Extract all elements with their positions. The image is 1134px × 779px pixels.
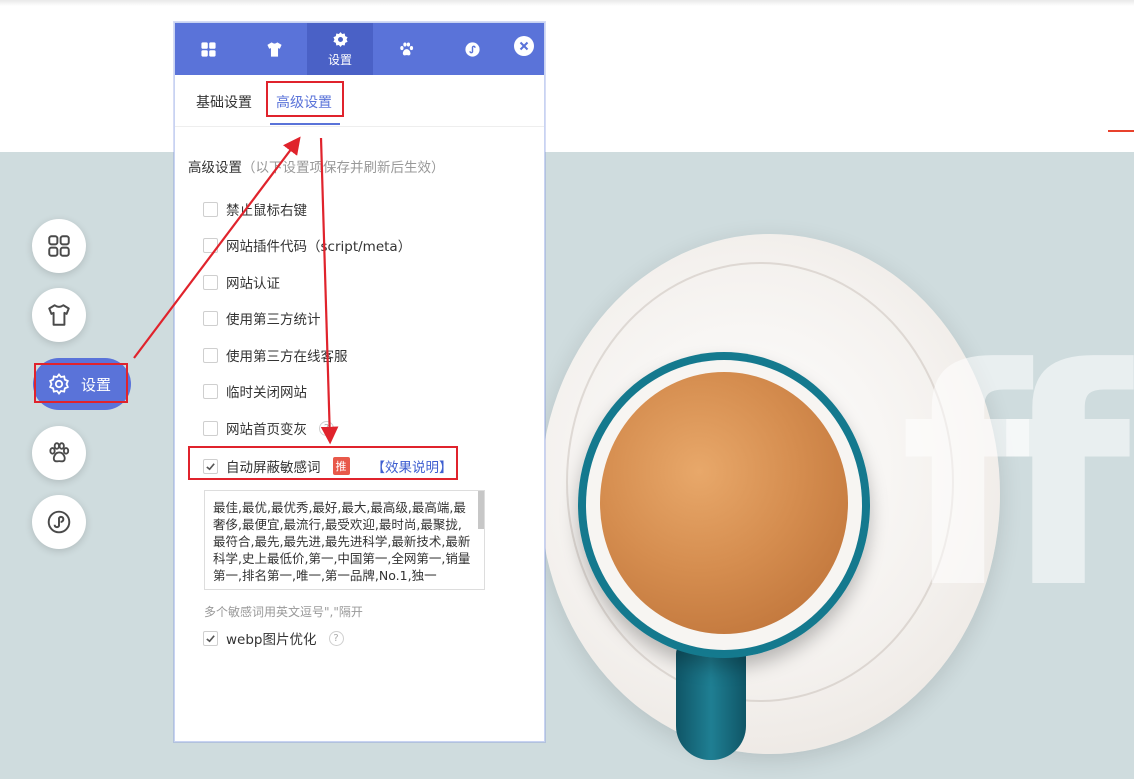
option-webp[interactable]: webp图片优化 ? [203, 628, 344, 648]
side-theme-button[interactable] [32, 288, 86, 342]
annotation-box-advanced-tab [266, 81, 344, 117]
option-label: webp图片优化 [226, 632, 317, 648]
checkbox[interactable] [203, 420, 218, 436]
miniprogram-icon [47, 510, 71, 534]
checkbox[interactable] [203, 201, 218, 217]
site-header [0, 0, 1134, 152]
checkbox-checked[interactable] [203, 630, 218, 646]
checkbox[interactable] [203, 237, 218, 253]
cup-handle [676, 640, 746, 760]
option-label: 自动屏蔽敏感词 [226, 460, 321, 476]
side-miniprogram-button[interactable] [32, 495, 86, 549]
recommend-badge: 推 [332, 457, 350, 475]
option-grayscale-home[interactable]: 网站首页变灰 ? [203, 418, 334, 438]
section-title: 高级设置（以下设置项保存并刷新后生效） [188, 156, 445, 176]
option-label: 使用第三方统计 [226, 312, 321, 328]
coffee-surface [600, 372, 848, 634]
header-shadow [0, 0, 1134, 6]
option-label: 禁止鼠标右键 [226, 203, 307, 219]
option-third-party-service[interactable]: 使用第三方在线客服 [203, 345, 348, 365]
option-sensitive-words[interactable]: 自动屏蔽敏感词 推 【效果说明】 [203, 456, 453, 476]
option-disable-right-click[interactable]: 禁止鼠标右键 [203, 199, 307, 219]
paw-icon [49, 442, 70, 463]
sensitive-words-hint: 多个敏感词用英文逗号","隔开 [204, 605, 363, 619]
option-label: 网站插件代码（script/meta） [226, 239, 412, 255]
help-icon[interactable]: ? [319, 420, 334, 436]
option-label: 使用第三方在线客服 [226, 349, 348, 365]
textarea-scrollbar[interactable] [478, 491, 484, 529]
checkbox[interactable] [203, 274, 218, 290]
option-label: 临时关闭网站 [226, 385, 307, 401]
grid-icon [48, 235, 70, 257]
check-icon [206, 634, 215, 642]
option-close-site[interactable]: 临时关闭网站 [203, 381, 307, 401]
side-traces-button[interactable] [32, 426, 86, 480]
checkbox-checked[interactable] [203, 458, 218, 474]
option-site-verification[interactable]: 网站认证 [203, 272, 280, 292]
tshirt-icon [48, 304, 70, 326]
hero-letters: ff [900, 305, 1131, 654]
nav-active-indicator [1108, 130, 1134, 132]
option-label: 网站认证 [226, 276, 280, 292]
checkbox[interactable] [203, 347, 218, 363]
option-plugin-code[interactable]: 网站插件代码（script/meta） [203, 235, 411, 255]
option-label: 网站首页变灰 [226, 422, 307, 438]
advanced-settings-content: 高级设置（以下设置项保存并刷新后生效） 禁止鼠标右键 网站插件代码（script… [174, 22, 545, 742]
check-icon [206, 462, 215, 470]
checkbox[interactable] [203, 310, 218, 326]
effect-description-link[interactable]: 【效果说明】 [372, 456, 453, 476]
section-note: （以下设置项保存并刷新后生效） [242, 160, 445, 176]
annotation-box-side-settings [34, 363, 128, 403]
section-title-text: 高级设置 [188, 160, 242, 176]
option-third-party-stats[interactable]: 使用第三方统计 [203, 308, 321, 328]
sensitive-words-textarea[interactable]: 最佳,最优,最优秀,最好,最大,最高级,最高端,最奢侈,最便宜,最流行,最受欢迎… [205, 491, 484, 589]
side-layout-button[interactable] [32, 219, 86, 273]
sensitive-words-textarea-wrap: 最佳,最优,最优秀,最好,最大,最高级,最高端,最奢侈,最便宜,最流行,最受欢迎… [204, 490, 485, 590]
help-icon[interactable]: ? [328, 630, 344, 646]
checkbox[interactable] [203, 383, 218, 399]
